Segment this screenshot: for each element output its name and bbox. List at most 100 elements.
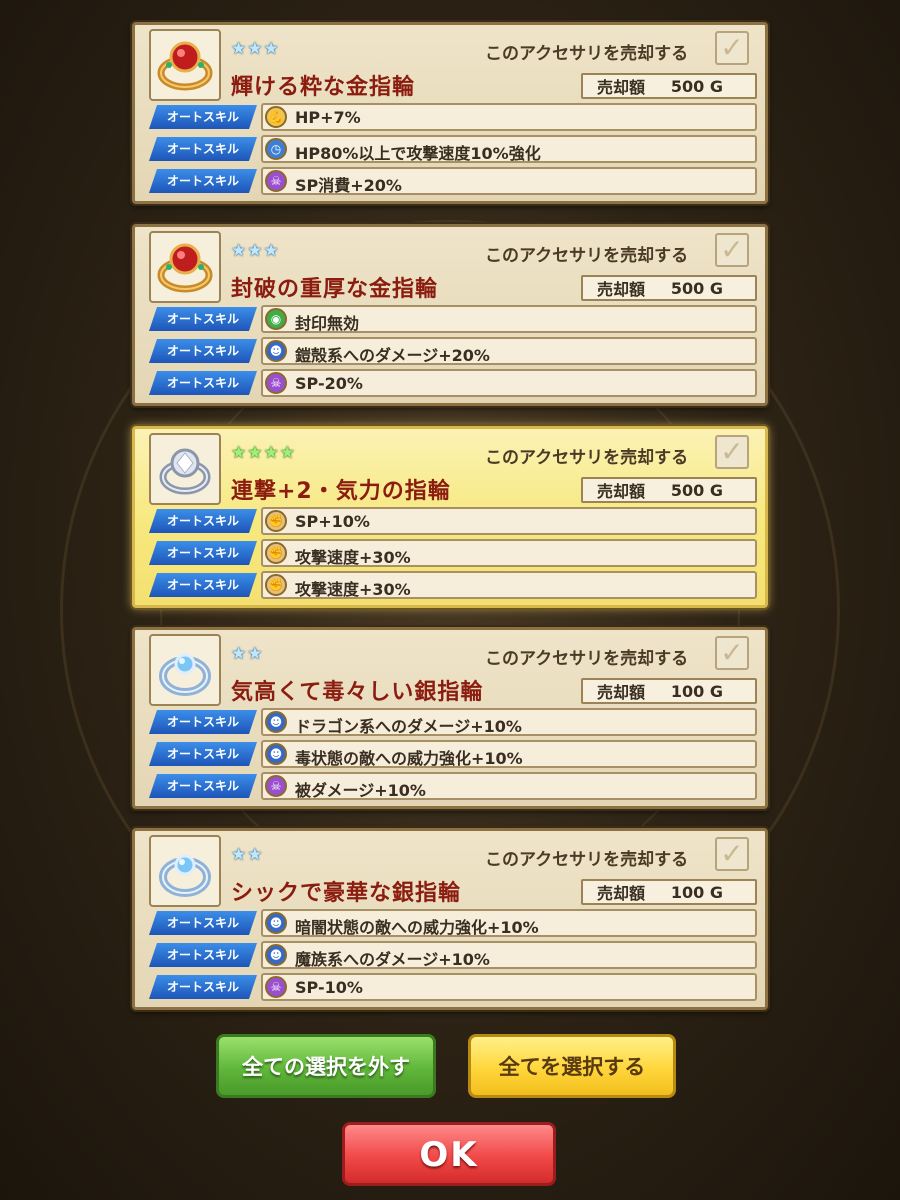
skill-bar: ☠ SP-20%	[261, 369, 757, 397]
checkmark-icon: ✓	[720, 837, 744, 870]
sell-price: 売却額 500 G	[581, 477, 757, 503]
demon-icon: ☻	[265, 743, 287, 765]
auto-skill-badge: オートスキル	[149, 339, 257, 363]
auto-skill-badge: オートスキル	[149, 371, 257, 395]
auto-skill-row: オートスキル ☻ 魔族系へのダメージ+10%	[149, 941, 757, 969]
sell-checkbox-label: このアクセサリを売却する	[485, 850, 689, 870]
auto-skill-row: オートスキル ☻ 毒状態の敵への威力強化+10%	[149, 740, 757, 768]
auto-skill-badge: オートスキル	[149, 911, 257, 935]
checkmark-icon: ✓	[720, 435, 744, 468]
sell-price-value: 500 G	[670, 480, 723, 500]
ring-icon	[149, 433, 221, 505]
clock-icon: ◷	[265, 138, 287, 160]
skill-bar: 💪 HP+7%	[261, 103, 757, 131]
checkmark-icon: ✓	[720, 31, 744, 64]
demon-icon: ☻	[265, 912, 287, 934]
sell-price-label: 売却額	[597, 683, 646, 702]
accessory-card[interactable]: ★★ このアクセサリを売却する ✓ シックで豪華な銀指輪 売却額 100 G オートスキル ☻…	[132, 828, 768, 1010]
skull-icon: ☠	[265, 775, 287, 797]
rarity-stars: ★★	[231, 845, 264, 865]
accessory-card[interactable]: ★★★★ このアクセサリを売却する ✓ 連撃+2・気力の指輪 売却額 500 G オートスキ…	[132, 426, 768, 608]
sell-price: 売却額 100 G	[581, 879, 757, 905]
skull-icon: ☠	[265, 170, 287, 192]
demon-icon: ☻	[265, 711, 287, 733]
auto-skill-badge: オートスキル	[149, 137, 257, 161]
background-magic-circle-inner	[160, 320, 740, 900]
accessory-card[interactable]: ★★ このアクセサリを売却する ✓ 気高くて毒々しい銀指輪 売却額 100 G オートスキル…	[132, 627, 768, 809]
auto-skill-badge: オートスキル	[149, 975, 257, 999]
auto-skill-badge: オートスキル	[149, 710, 257, 734]
sell-checkbox-label: このアクセサリを売却する	[485, 649, 689, 669]
skill-text: 被ダメージ+10%	[295, 781, 426, 800]
auto-skill-badge: オートスキル	[149, 774, 257, 798]
skill-text: 封印無効	[295, 314, 360, 333]
auto-skill-row: オートスキル ✊ 攻撃速度+30%	[149, 539, 757, 567]
sell-price-label: 売却額	[597, 482, 646, 501]
auto-skill-row: オートスキル ◷ HP80%以上で攻撃速度10%強化	[149, 135, 757, 163]
rarity-stars: ★★★	[231, 241, 280, 261]
skill-bar: ☻ 魔族系へのダメージ+10%	[261, 941, 757, 969]
skill-text: 暗闇状態の敵への威力強化+10%	[295, 918, 539, 937]
demon-icon: ☻	[265, 340, 287, 362]
accessory-name: 封破の重厚な金指輪	[231, 277, 439, 302]
sell-price-value: 500 G	[670, 76, 723, 96]
accessory-card[interactable]: ★★★ このアクセサリを売却する ✓ 封破の重厚な金指輪 売却額 500 G オートスキル ◉…	[132, 224, 768, 406]
sell-price: 売却額 500 G	[581, 73, 757, 99]
auto-skill-row: オートスキル ◉ 封印無効	[149, 305, 757, 333]
ring-icon	[149, 29, 221, 101]
rarity-stars: ★★★★	[231, 443, 296, 463]
auto-skill-row: オートスキル ☻ ドラゴン系へのダメージ+10%	[149, 708, 757, 736]
sell-price-label: 売却額	[597, 280, 646, 299]
seal-icon: ◉	[265, 308, 287, 330]
auto-skill-row: オートスキル ☻ 暗闇状態の敵への威力強化+10%	[149, 909, 757, 937]
skill-text: SP-10%	[295, 978, 363, 997]
skill-bar: ✊ SP+10%	[261, 507, 757, 535]
skill-text: SP消費+20%	[295, 176, 402, 195]
deselect-all-button[interactable]: 全ての選択を外す	[216, 1034, 436, 1098]
auto-skill-badge: オートスキル	[149, 541, 257, 565]
accessory-card[interactable]: ★★★ このアクセサリを売却する ✓ 輝ける粋な金指輪 売却額 500 G オートスキル 💪 H…	[132, 22, 768, 204]
skill-text: 毒状態の敵への威力強化+10%	[295, 749, 523, 768]
fist-icon: ✊	[265, 574, 287, 596]
sell-checkbox[interactable]: ✓	[715, 233, 749, 267]
auto-skill-badge: オートスキル	[149, 742, 257, 766]
skull-icon: ☠	[265, 976, 287, 998]
auto-skill-row: オートスキル 💪 HP+7%	[149, 103, 757, 131]
auto-skill-badge: オートスキル	[149, 573, 257, 597]
skill-bar: ☠ SP消費+20%	[261, 167, 757, 195]
auto-skill-row: オートスキル ☠ SP-10%	[149, 973, 757, 1001]
skill-text: SP-20%	[295, 374, 363, 393]
skill-text: ドラゴン系へのダメージ+10%	[295, 717, 522, 736]
skill-bar: ✊ 攻撃速度+30%	[261, 539, 757, 567]
auto-skill-row: オートスキル ✊ 攻撃速度+30%	[149, 571, 757, 599]
sell-price-value: 100 G	[670, 681, 723, 701]
accessory-name: シックで豪華な銀指輪	[231, 881, 462, 906]
select-all-button[interactable]: 全てを選択する	[468, 1034, 676, 1098]
accessory-name: 連撃+2・気力の指輪	[231, 479, 451, 504]
sell-checkbox[interactable]: ✓	[715, 837, 749, 871]
ring-icon	[149, 634, 221, 706]
ring-icon	[149, 231, 221, 303]
skill-text: HP+7%	[295, 108, 361, 127]
skill-text: HP80%以上で攻撃速度10%強化	[295, 144, 541, 163]
sell-checkbox-label: このアクセサリを売却する	[485, 44, 689, 64]
sell-checkbox[interactable]: ✓	[715, 435, 749, 469]
rarity-stars: ★★★	[231, 39, 280, 59]
accessory-name: 輝ける粋な金指輪	[231, 75, 416, 100]
sell-checkbox[interactable]: ✓	[715, 31, 749, 65]
auto-skill-badge: オートスキル	[149, 943, 257, 967]
skill-bar: ☻ ドラゴン系へのダメージ+10%	[261, 708, 757, 736]
skill-bar: ◷ HP80%以上で攻撃速度10%強化	[261, 135, 757, 163]
sell-checkbox[interactable]: ✓	[715, 636, 749, 670]
skill-text: 鎧殻系へのダメージ+20%	[295, 346, 490, 365]
rarity-stars: ★★	[231, 644, 264, 664]
skill-bar: ☻ 鎧殻系へのダメージ+20%	[261, 337, 757, 365]
sell-price-value: 500 G	[670, 278, 723, 298]
sell-price: 売却額 500 G	[581, 275, 757, 301]
ring-icon	[149, 835, 221, 907]
auto-skill-badge: オートスキル	[149, 169, 257, 193]
ok-button[interactable]: OK	[342, 1122, 556, 1186]
checkmark-icon: ✓	[720, 233, 744, 266]
sell-price-label: 売却額	[597, 78, 646, 97]
sell-price: 売却額 100 G	[581, 678, 757, 704]
